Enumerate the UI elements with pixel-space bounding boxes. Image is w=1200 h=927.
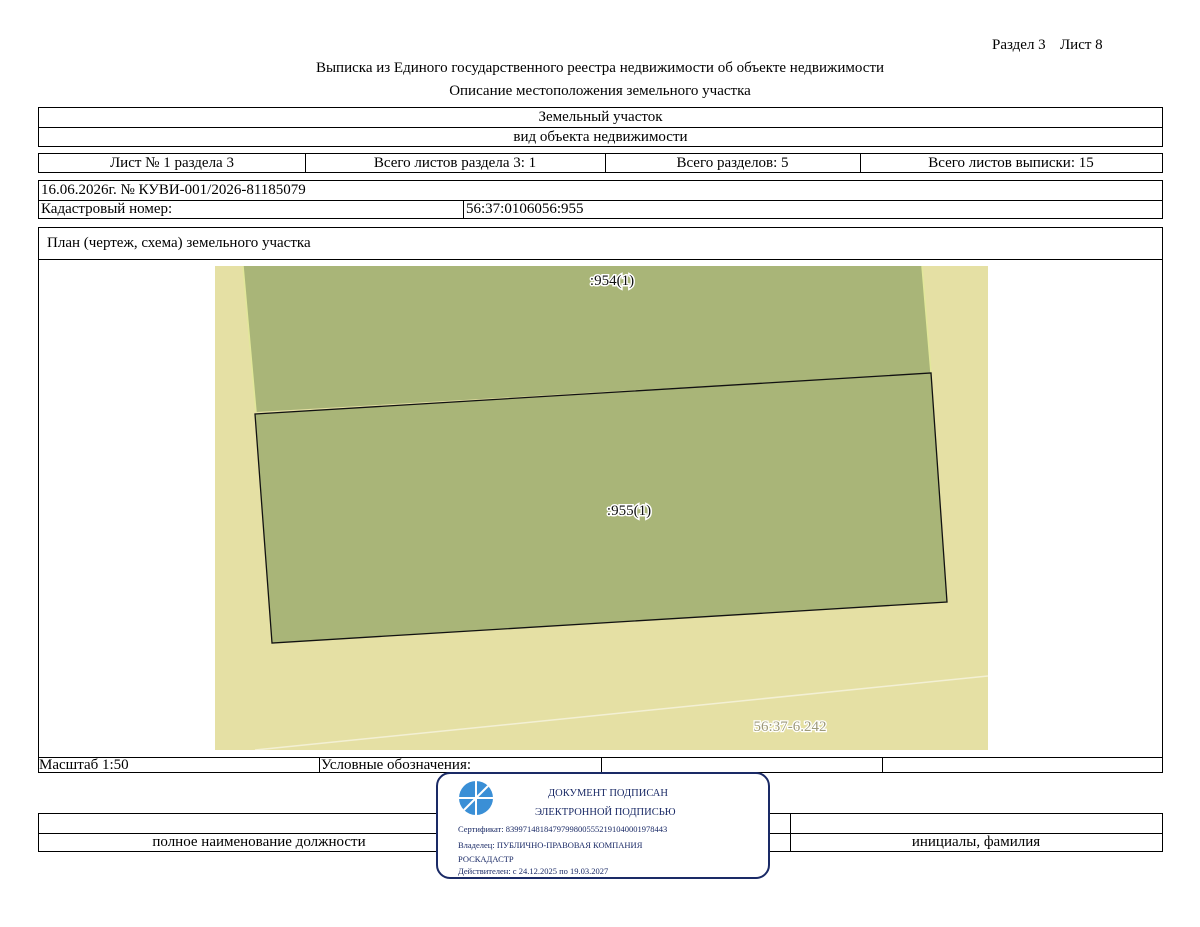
object-type-box: Земельный участок вид объекта недвижимос… bbox=[38, 107, 1163, 147]
scale-label: Масштаб 1:50 bbox=[39, 756, 129, 773]
stamp-line1: ДОКУМЕНТ ПОДПИСАН bbox=[548, 788, 668, 799]
cadastral-number: 56:37:0106056:955 bbox=[466, 201, 584, 217]
cadastral-label: Кадастровый номер: bbox=[41, 201, 173, 217]
divider bbox=[882, 757, 883, 772]
parcel-954-label: :954(1) bbox=[590, 273, 634, 289]
stamp-certificate: Сертификат: 8399714818479799800555219104… bbox=[458, 824, 668, 834]
object-type-value: Земельный участок bbox=[538, 109, 663, 125]
total-sheets-extract: Всего листов выписки: 15 bbox=[928, 154, 1094, 171]
legend-label: Условные обозначения: bbox=[321, 756, 472, 773]
stamp-valid: Действителен: с 24.12.2025 по 19.03.2027 bbox=[458, 866, 609, 876]
stamp-owner: Владелец: ПУБЛИЧНО-ПРАВОВАЯ КОМПАНИЯ bbox=[458, 840, 643, 850]
divider bbox=[39, 259, 1162, 260]
electronic-signature-stamp: ДОКУМЕНТ ПОДПИСАН ЭЛЕКТРОННОЙ ПОДПИСЬЮ С… bbox=[436, 772, 770, 879]
divider bbox=[601, 757, 602, 772]
total-sections: Всего разделов: 5 bbox=[676, 154, 789, 171]
divider bbox=[319, 757, 320, 772]
document-subtitle: Описание местоположения земельного участ… bbox=[449, 83, 751, 99]
stamp-owner-name: РОСКАДАСТР bbox=[458, 854, 514, 864]
document-title: Выписка из Единого государственного реес… bbox=[315, 60, 885, 76]
sheets-row: Лист № 1 раздела 3 Всего листов раздела … bbox=[38, 153, 1163, 173]
parcel-955 bbox=[254, 372, 948, 644]
record-box: 16.06.2026г. № КУВИ-001/2026-81185079 Ка… bbox=[38, 180, 1163, 219]
stamp-line2: ЭЛЕКТРОННОЙ ПОДПИСЬЮ bbox=[535, 807, 676, 818]
total-sheets-section: Всего листов раздела 3: 1 bbox=[373, 154, 537, 171]
parcel-955-label: :955(1) bbox=[607, 503, 651, 519]
rosreestr-logo-icon bbox=[459, 781, 493, 815]
quarter-label: 56:37-6.242 bbox=[754, 719, 827, 735]
position-caption: полное наименование должности bbox=[152, 834, 366, 850]
plan-title: План (чертеж, схема) земельного участка bbox=[47, 235, 311, 251]
sheet-of-section: Лист № 1 раздела 3 bbox=[110, 154, 234, 171]
section-number: Раздел 3 bbox=[992, 37, 1046, 53]
parcel-map: :954(1) :955(1) 56:37-6.242 bbox=[215, 266, 988, 750]
divider bbox=[463, 200, 464, 218]
sheet-number: Лист 8 bbox=[1060, 37, 1103, 53]
object-type-caption: вид объекта недвижимости bbox=[513, 128, 688, 145]
record-date-number: 16.06.2026г. № КУВИ-001/2026-81185079 bbox=[41, 182, 306, 198]
initials-caption: инициалы, фамилия bbox=[911, 834, 1041, 850]
